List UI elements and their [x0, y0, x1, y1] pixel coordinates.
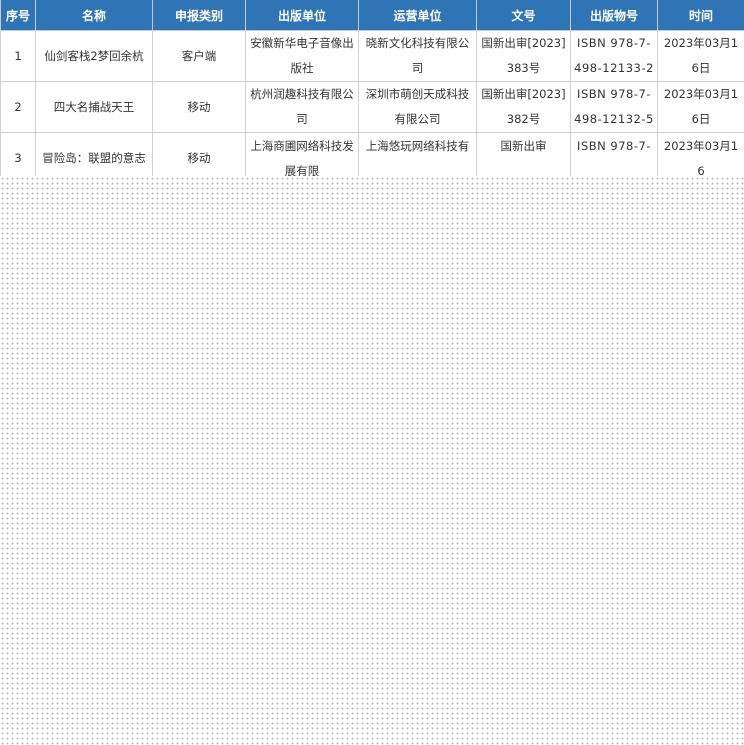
- header-category: 申报类别: [152, 0, 246, 31]
- cell-operator: 深圳市萌创天成科技有限公司: [358, 81, 477, 133]
- cell-isbn: ISBN 978-7-498-12133-2: [570, 30, 658, 82]
- cell-index: 1: [0, 30, 36, 82]
- table-header-row: 序号 名称 申报类别 出版单位 运营单位 文号 出版物号 时间: [0, 0, 744, 31]
- cell-category: 移动: [152, 81, 246, 133]
- cell-category: 客户端: [152, 30, 246, 82]
- header-publisher: 出版单位: [245, 0, 359, 31]
- cell-isbn: ISBN 978-7-498-12132-5: [570, 81, 658, 133]
- cell-doc-no: 国新出审[2023]383号: [476, 30, 571, 82]
- game-approval-table: 序号 名称 申报类别 出版单位 运营单位 文号 出版物号 时间 1 仙剑客栈2梦…: [0, 0, 744, 185]
- header-isbn: 出版物号: [570, 0, 658, 31]
- cell-publisher: 杭州润趣科技有限公司: [245, 81, 359, 133]
- cell-doc-no-text: 国新出审: [500, 139, 547, 153]
- cell-operator-text: 上海悠玩网络科技有: [365, 139, 470, 153]
- cell-name: 四大名捕战天王: [35, 81, 153, 133]
- cell-isbn-text: ISBN 978-7-: [577, 139, 651, 153]
- page: 序号 名称 申报类别 出版单位 运营单位 文号 出版物号 时间 1 仙剑客栈2梦…: [0, 0, 744, 745]
- cell-publisher: 安徽新华电子音像出版社: [245, 30, 359, 82]
- cell-date: 2023年03月16日: [657, 30, 744, 82]
- table-row: 1 仙剑客栈2梦回余杭 客户端 安徽新华电子音像出版社 晓新文化科技有限公司 国…: [0, 30, 744, 82]
- loading-placeholder-overlay: [0, 176, 744, 745]
- cell-date: 2023年03月16日: [657, 81, 744, 133]
- header-doc-no: 文号: [476, 0, 571, 31]
- cell-index: 2: [0, 81, 36, 133]
- header-index: 序号: [0, 0, 36, 31]
- cell-operator: 晓新文化科技有限公司: [358, 30, 477, 82]
- table-row: 2 四大名捕战天王 移动 杭州润趣科技有限公司 深圳市萌创天成科技有限公司 国新…: [0, 81, 744, 133]
- cell-name: 仙剑客栈2梦回余杭: [35, 30, 153, 82]
- header-name: 名称: [35, 0, 153, 31]
- header-date: 时间: [657, 0, 744, 31]
- cell-doc-no: 国新出审[2023]382号: [476, 81, 571, 133]
- header-operator: 运营单位: [358, 0, 477, 31]
